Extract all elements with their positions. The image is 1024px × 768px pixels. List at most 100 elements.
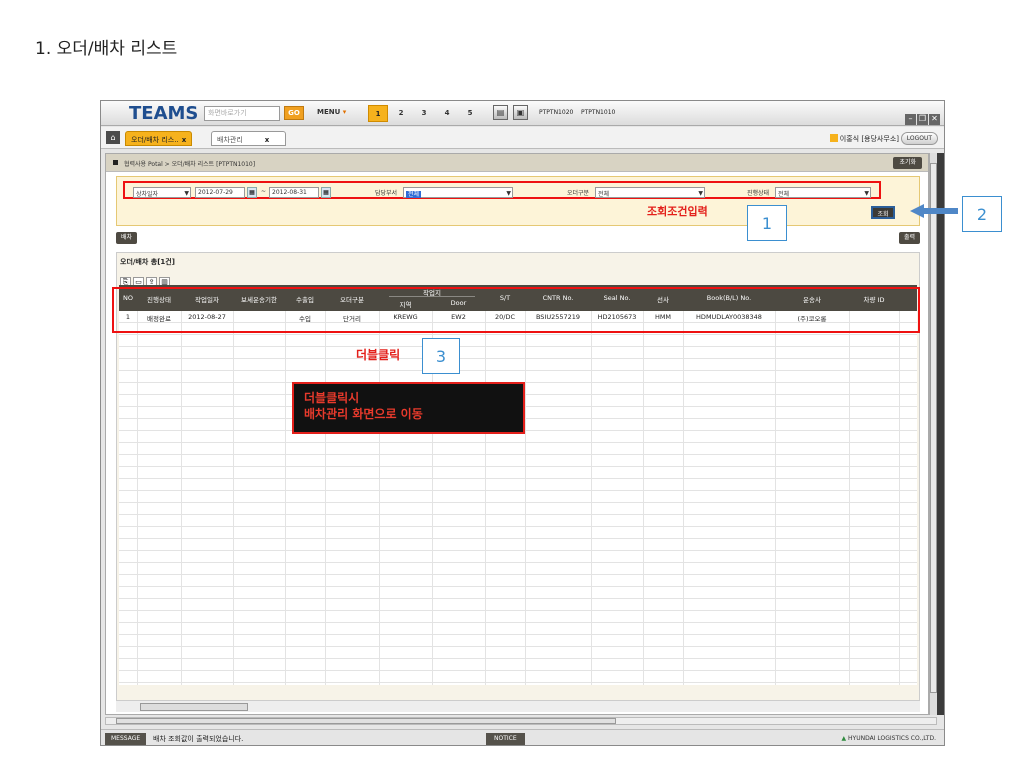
content-page: 협력사용 Potal > 오더/배차 리스트 [PTPTN1010] 초기화 상… [105,153,929,715]
order-type-select[interactable]: 전체 ▼ [595,187,705,198]
page-button-3[interactable]: 3 [414,105,434,122]
page-heading: 1. 오더/배차 리스트 [35,39,178,59]
table-row [119,599,917,611]
window-icon[interactable]: ▤ [493,105,508,120]
page-button-2[interactable]: 2 [391,105,411,122]
close-icon[interactable]: x [182,136,187,144]
scroll-thumb[interactable] [930,163,937,693]
user-info: 이홍식 [용당사무소] [829,134,899,144]
annotation-condition-input: 조회조건입력 [647,205,708,218]
annotation-double-click: 더블클릭 [356,348,401,362]
annotation-number-2: 2 [962,196,1002,232]
chevron-down-icon: ▼ [506,190,511,197]
dispatch-button[interactable]: 배차 [116,232,138,244]
program-tab-2[interactable]: PTPTN1010 [581,109,615,116]
dept-select[interactable]: 전체 ▼ [403,187,513,198]
table-row [119,539,917,551]
breadcrumb: 협력사용 Potal > 오더/배차 리스트 [PTPTN1010] [124,161,256,168]
print-button[interactable]: 출력 [898,232,920,244]
status-select[interactable]: 전체 ▼ [775,187,871,198]
company-label: HYUNDAI LOGISTICS CO.,LTD. [848,735,936,742]
table-row [119,359,917,371]
chevron-down-icon: ▼ [698,190,703,197]
teams-logo: TEAMS [129,103,199,124]
logout-button[interactable]: LOGOUT [900,132,938,145]
date-type-value: 상차일자 [136,191,159,198]
scroll-thumb[interactable] [116,718,616,724]
date-separator: ~ [261,188,267,195]
table-row [119,443,917,455]
reset-button[interactable]: 초기화 [893,157,922,169]
scroll-thumb[interactable] [140,703,248,711]
grid-horizontal-scrollbar[interactable] [116,700,920,712]
bullet-icon [113,160,118,165]
table-row [119,467,917,479]
chevron-down-icon: ▾ [342,108,347,116]
row-highlight-box [112,287,920,333]
table-row [119,335,917,347]
program-tab-1[interactable]: PTPTN1020 [539,109,573,116]
table-row [119,455,917,467]
close-icon[interactable]: ✕ [929,114,940,125]
table-row [119,515,917,527]
annotation-popup: 더블클릭시 배차관리 화면으로 이동 [292,382,525,434]
screen-shortcut-input[interactable]: 화면바로가기 [204,106,280,121]
popup-line-2: 배차관리 화면으로 이동 [304,407,423,421]
chevron-down-icon: ▼ [184,190,189,197]
close-icon[interactable]: x [265,136,270,144]
menu-label: MENU [317,108,341,116]
minimize-icon[interactable]: – [905,114,916,125]
monitor-icon[interactable]: ▣ [513,105,528,120]
go-button[interactable]: GO [284,106,304,120]
search-button[interactable]: 조회 [871,206,895,219]
tab-order-list[interactable]: 오더/배차 리스.. x [125,131,193,146]
status-label: 진행상태 [747,190,770,197]
status-value: 전체 [778,191,790,198]
chevron-down-icon: ▼ [864,190,869,197]
date-from-input[interactable]: 2012-07-29 [195,187,245,198]
table-row [119,479,917,491]
user-icon [829,134,838,142]
home-icon[interactable]: ⌂ [106,131,120,144]
annotation-number-3: 3 [422,338,460,374]
table-row [119,347,917,359]
window-horizontal-scrollbar[interactable] [105,717,937,725]
restore-icon[interactable]: ❐ [917,114,928,125]
tab-label: 오더/배차 리스.. [131,136,179,144]
page-button-1[interactable]: 1 [368,105,388,122]
table-row [119,623,917,635]
tab-label: 배차관리 [217,136,243,144]
table-row [119,503,917,515]
table-row [119,527,917,539]
action-bar: 배차 출력 [116,232,920,246]
message-label: MESSAGE [105,733,147,745]
breadcrumb-bar: 협력사용 Potal > 오더/배차 리스트 [PTPTN1010] 초기화 [106,154,928,172]
table-row [119,491,917,503]
status-bar: MESSAGE 배차 조회값이 출력되었습니다. NOTICE ▲ HYUNDA… [101,729,944,745]
table-row [119,575,917,587]
table-row [119,659,917,671]
calendar-icon[interactable]: ▦ [247,187,257,198]
arrow-left-icon [910,204,958,218]
top-bar: TEAMS 화면바로가기 GO MENU ▾ 1 2 3 4 5 ▤ ▣ PTP… [101,101,944,126]
tab-row: ⌂ 오더/배차 리스.. x 배차관리 x 이홍식 [용당사무소] LOGOUT [101,127,944,149]
page-button-4[interactable]: 4 [437,105,457,122]
table-row [119,671,917,683]
notice-button[interactable]: NOTICE [486,733,525,745]
tab-dispatch-management[interactable]: 배차관리 x [211,131,286,146]
order-grid: NO 진행상태 작업일자 보세운송기한 수출입 오더구분 작업지 지역 Door… [119,285,917,685]
window-controls: – ❐ ✕ [904,106,940,125]
company-name: ▲ HYUNDAI LOGISTICS CO.,LTD. [841,735,936,742]
table-row [119,611,917,623]
table-row [119,647,917,659]
table-row [119,635,917,647]
calendar-icon[interactable]: ▦ [321,187,331,198]
table-row [119,563,917,575]
status-message: 배차 조회값이 출력되었습니다. [153,735,244,743]
menu-button[interactable]: MENU ▾ [317,108,346,116]
date-type-select[interactable]: 상차일자 ▼ [133,187,191,198]
logo-triangle-icon: ▲ [841,735,847,742]
page-vertical-scrollbar[interactable] [929,153,937,715]
page-button-5[interactable]: 5 [460,105,480,122]
date-to-input[interactable]: 2012-08-31 [269,187,319,198]
